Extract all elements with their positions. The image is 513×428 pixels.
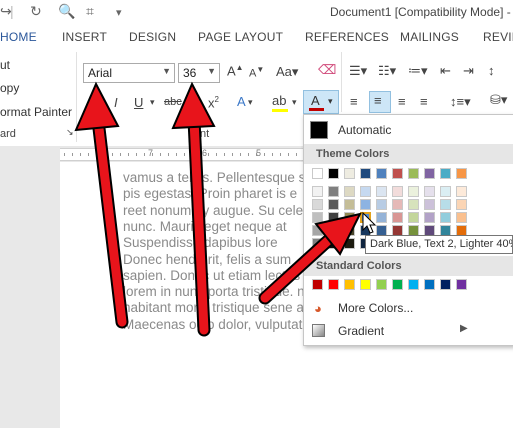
annotation-overlay bbox=[74, 81, 377, 337]
red-arrow-font-name bbox=[74, 81, 129, 329]
red-arrow-color-swatch bbox=[258, 212, 362, 305]
mouse-pointer-icon bbox=[362, 211, 377, 234]
red-arrow-font-size bbox=[171, 81, 216, 337]
